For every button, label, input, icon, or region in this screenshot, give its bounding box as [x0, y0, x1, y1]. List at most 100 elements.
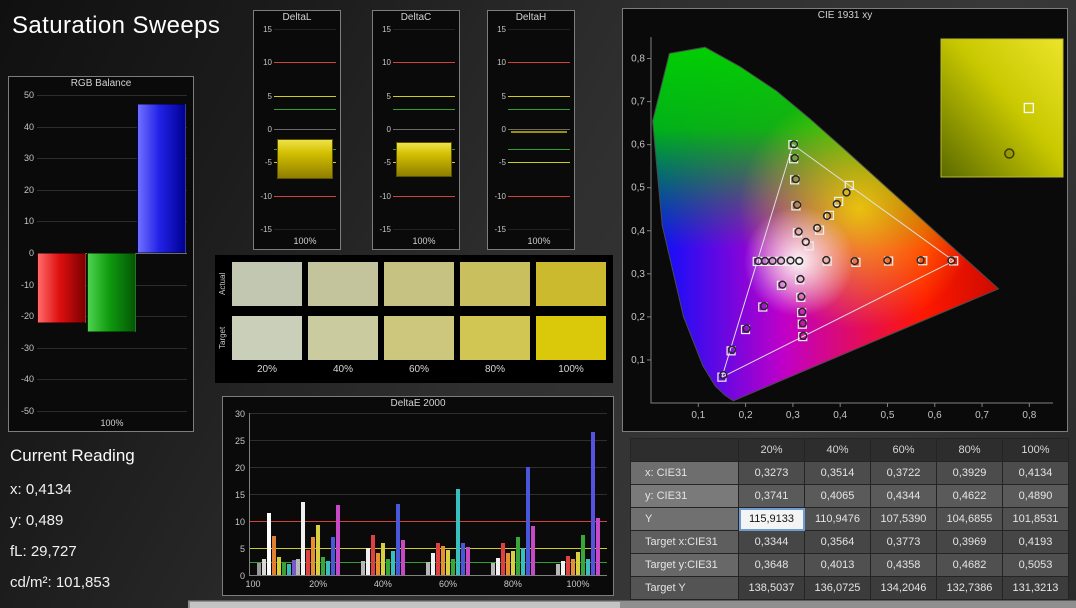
y-tick-label: 0	[501, 125, 506, 134]
cie-measured-point	[791, 174, 800, 184]
table-cell[interactable]: 110,9476	[804, 507, 871, 531]
deltae-bar	[311, 537, 316, 575]
table-cell[interactable]: 0,4065	[804, 484, 871, 508]
table-cell[interactable]: 0,4622	[936, 484, 1003, 508]
y-tick-label: -15	[379, 225, 391, 234]
deltae-bar	[287, 564, 291, 575]
chart-title: DeltaL	[282, 12, 312, 23]
y-tick-label: 40	[23, 121, 34, 132]
x-label: 100%	[527, 236, 551, 246]
table-cell[interactable]: 0,3741	[738, 484, 805, 508]
y-tick-label: -50	[20, 406, 34, 416]
deltae-bar	[385, 558, 390, 575]
gridline	[37, 379, 187, 381]
current-reading-panel: Current Reading x: 0,4134 y: 0,489 fL: 2…	[10, 446, 210, 605]
deltae-bar	[436, 542, 441, 575]
table-cell[interactable]: 101,8531	[1002, 507, 1069, 531]
y-tick-label: -5	[498, 158, 506, 168]
table-row-label: Target y:CIE31	[630, 553, 739, 577]
table-corner	[630, 438, 739, 462]
y-axis-line	[249, 413, 250, 575]
x-tick-label: 0,7	[975, 410, 989, 421]
table-cell[interactable]: 0,3273	[738, 461, 805, 485]
table-row: Y 115,9133 110,9476 107,5390 104,6855 101,853…	[630, 507, 1069, 531]
y-tick-label: 10	[263, 58, 272, 68]
table-cell[interactable]: 0,3929	[936, 461, 1003, 485]
chart-title: DeltaC	[400, 12, 432, 23]
table-cell[interactable]: 0,3969	[936, 530, 1003, 554]
swatch-col-label: 20%	[256, 364, 277, 375]
table-cell[interactable]: 0,4344	[870, 484, 937, 508]
table-cell[interactable]: 0,4682	[936, 553, 1003, 577]
y-tick-label: -5	[383, 158, 391, 168]
y-tick-label: 0,1	[631, 355, 645, 366]
current-reading-title: Current Reading	[10, 446, 135, 465]
table-cell[interactable]: 0,3648	[738, 553, 805, 577]
y-tick-label: 15	[497, 25, 506, 34]
deltae-bar	[331, 537, 336, 575]
cie-measured-point	[760, 256, 770, 266]
table-cell[interactable]: 132,7386	[936, 576, 1003, 600]
deltae-bar	[262, 559, 266, 575]
table-row-label: Y	[630, 507, 739, 531]
horizontal-scrollbar[interactable]	[188, 600, 1076, 608]
limit-line	[274, 95, 336, 97]
deltae-bar	[500, 542, 505, 575]
table-cell[interactable]: 0,3564	[804, 530, 871, 554]
x-tick-label: 0,6	[928, 410, 942, 421]
current-reading-y: y: 0,489	[10, 512, 64, 529]
limit-line	[508, 149, 570, 150]
table-row-label: Target Y	[630, 576, 739, 600]
y-tick-label: 10	[382, 58, 391, 68]
gridline	[249, 467, 607, 468]
y-tick-label: 0	[28, 248, 34, 258]
cie-measured-point	[798, 307, 807, 316]
x-tick-label: 100	[245, 579, 261, 589]
table-cell[interactable]: 0,4134	[1002, 461, 1069, 485]
deltae-bar	[267, 512, 271, 575]
deltae-bar	[490, 563, 495, 575]
deltae-bar	[326, 560, 331, 575]
rgb-bar-blue	[137, 104, 186, 253]
current-reading-cdm2: cd/m²: 101,853	[10, 574, 111, 591]
table-cell[interactable]: 0,3514	[804, 461, 871, 485]
cie-measured-point	[842, 188, 851, 197]
table-cell[interactable]: 0,5053	[1002, 553, 1069, 577]
deltae-bar	[561, 560, 565, 575]
deltae-bar	[360, 560, 365, 575]
deltae-bar	[586, 558, 590, 575]
y-tick-label: 0,4	[631, 226, 645, 237]
delta-h-chart: DeltaH 15 10 5 0 -5 -10 -15 100%	[487, 10, 575, 250]
table-cell[interactable]: 104,6855	[936, 507, 1003, 531]
table-row: Target y:CIE31 0,3648 0,4013 0,4358 0,4682 0,…	[630, 553, 1069, 577]
deltae-bar	[591, 431, 595, 575]
deltae-bar	[510, 551, 515, 575]
table-cell[interactable]: 0,4358	[870, 553, 937, 577]
table-cell[interactable]: 0,3722	[870, 461, 937, 485]
deltae-bar	[466, 546, 471, 575]
table-cell[interactable]: 131,3213	[1002, 576, 1069, 600]
y-tick-label: 5	[501, 91, 506, 101]
y-tick-label: 5	[267, 91, 272, 101]
table-cell[interactable]: 0,3344	[738, 530, 805, 554]
table-cell[interactable]: 0,4193	[1002, 530, 1069, 554]
y-tick-label: 0,7	[631, 97, 645, 108]
cie-inset	[940, 38, 1064, 178]
x-tick-label: 80%	[503, 579, 522, 589]
rgb-balance-x-label: 100%	[100, 418, 124, 428]
scrollbar-thumb[interactable]	[190, 602, 620, 608]
deltae-bar	[426, 562, 431, 575]
table-cell[interactable]: 107,5390	[870, 507, 937, 531]
gridline	[274, 129, 336, 130]
deltae-bar	[571, 558, 575, 575]
table-cell[interactable]: 0,3773	[870, 530, 937, 554]
table-cell[interactable]: 115,9133	[738, 507, 805, 531]
swatch-actual-80%	[460, 262, 530, 306]
swatch-row-label: Target	[218, 326, 227, 350]
table-cell[interactable]: 0,4890	[1002, 484, 1069, 508]
table-cell[interactable]: 134,2046	[870, 576, 937, 600]
table-cell[interactable]: 136,0725	[804, 576, 871, 600]
gridline	[249, 494, 607, 495]
table-cell[interactable]: 0,4013	[804, 553, 871, 577]
table-cell[interactable]: 138,5037	[738, 576, 805, 600]
